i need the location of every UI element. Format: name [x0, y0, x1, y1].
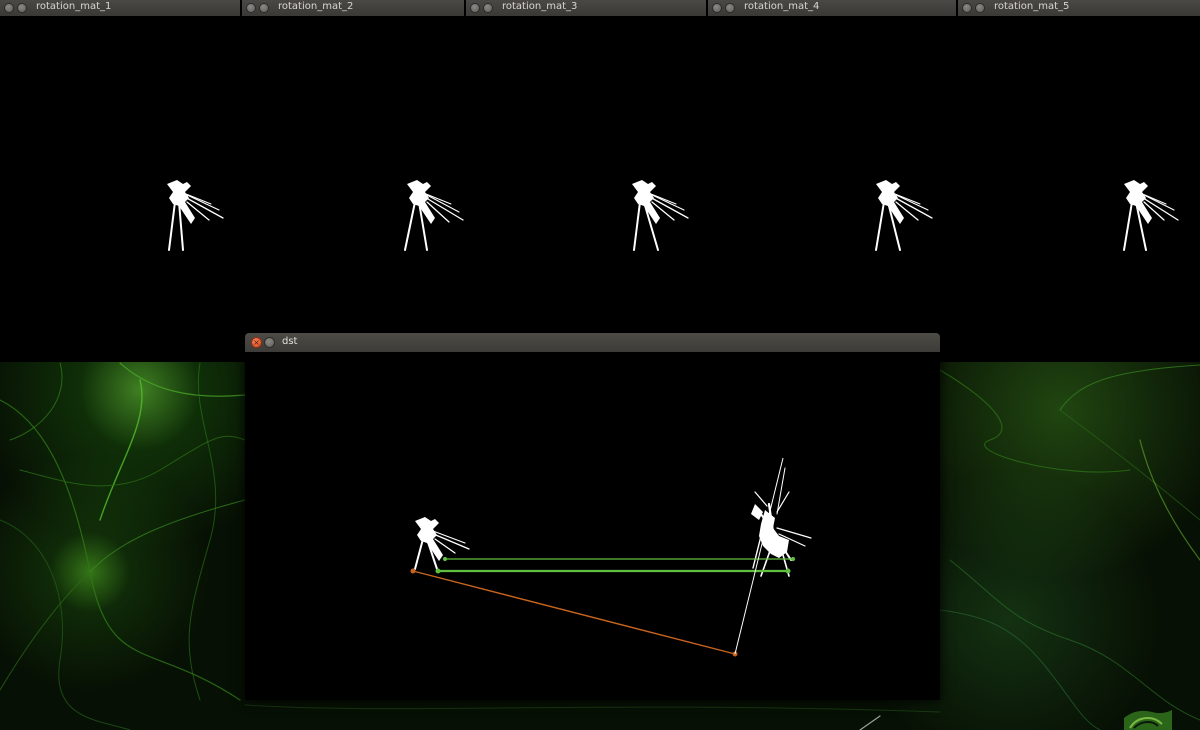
minimize-icon[interactable]: [483, 3, 493, 13]
close-icon[interactable]: [470, 3, 480, 13]
titlebar[interactable]: rotation_mat_4: [708, 0, 956, 17]
close-icon[interactable]: [246, 3, 256, 13]
close-icon[interactable]: [4, 3, 14, 13]
green-match-lines: [435, 556, 796, 574]
match-line: [412, 570, 736, 655]
window-title: dst: [282, 336, 298, 347]
titlebar[interactable]: rotation_mat_1: [0, 0, 240, 17]
window-rotation-mat-5: rotation_mat_5: [958, 0, 1200, 362]
rotation-window-strip: rotation_mat_1 rotation_mat_2 rotation_m…: [0, 0, 1200, 362]
query-shape: [414, 517, 470, 570]
window-rotation-mat-2: rotation_mat_2: [242, 0, 464, 362]
scene-shape: [751, 467, 812, 577]
image-canvas: [242, 16, 464, 362]
window-title: rotation_mat_5: [994, 1, 1070, 12]
minimize-icon[interactable]: [725, 3, 735, 13]
image-canvas: [466, 16, 706, 362]
titlebar[interactable]: rotation_mat_2: [242, 0, 464, 17]
rotated-shape: [404, 180, 464, 251]
window-rotation-mat-4: rotation_mat_4: [708, 0, 956, 362]
match-point: [785, 568, 791, 574]
image-canvas: [708, 16, 956, 362]
match-point: [442, 556, 448, 562]
nvidia-logo: [1124, 710, 1172, 730]
rotated-shape: [632, 180, 689, 251]
minimize-icon[interactable]: [264, 337, 275, 348]
titlebar[interactable]: rotation_mat_3: [466, 0, 706, 17]
rotated-shape: [167, 180, 224, 251]
window-title: rotation_mat_2: [278, 1, 354, 12]
titlebar[interactable]: × dst: [245, 333, 940, 353]
minimize-icon[interactable]: [259, 3, 269, 13]
close-icon[interactable]: [712, 3, 722, 13]
match-point: [790, 556, 796, 562]
image-canvas: [0, 16, 240, 362]
window-rotation-mat-3: rotation_mat_3: [466, 0, 706, 362]
close-icon[interactable]: ×: [251, 337, 262, 348]
match-point: [410, 568, 416, 574]
rotated-shape: [1123, 180, 1179, 251]
window-title: rotation_mat_4: [744, 1, 820, 12]
image-canvas: [245, 352, 940, 700]
image-canvas: [958, 16, 1200, 362]
rotated-shape: [875, 180, 933, 251]
window-title: rotation_mat_1: [36, 1, 112, 12]
minimize-icon[interactable]: [17, 3, 27, 13]
match-visualization: [410, 457, 812, 657]
window-rotation-mat-1: rotation_mat_1: [0, 0, 240, 362]
minimize-icon[interactable]: [975, 3, 985, 13]
close-icon[interactable]: [962, 3, 972, 13]
titlebar[interactable]: rotation_mat_5: [958, 0, 1200, 17]
window-dst: × dst: [245, 333, 940, 700]
window-title: rotation_mat_3: [502, 1, 578, 12]
match-point: [435, 568, 441, 574]
orange-match-line: [410, 568, 738, 657]
